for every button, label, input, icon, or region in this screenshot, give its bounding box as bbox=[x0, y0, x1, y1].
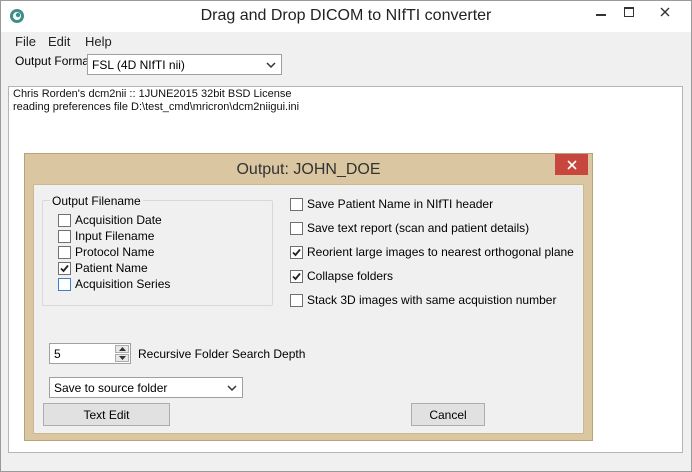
maximize-button[interactable] bbox=[616, 1, 642, 23]
checkbox[interactable] bbox=[290, 221, 303, 235]
checkmark-icon bbox=[292, 272, 301, 280]
close-icon bbox=[566, 159, 577, 170]
checkbox-checked[interactable] bbox=[290, 269, 303, 283]
option-reorient[interactable]: Reorient large images to nearest orthogo… bbox=[290, 245, 574, 259]
output-format-label: Output Format: bbox=[15, 54, 96, 68]
option-label: Patient Name bbox=[75, 261, 148, 275]
option-patient-name[interactable]: Patient Name bbox=[58, 261, 148, 275]
spin-buttons bbox=[115, 345, 129, 362]
output-format-select[interactable]: FSL (4D NIfTI nii) bbox=[87, 54, 282, 75]
option-label: Save Patient Name in NIfTI header bbox=[307, 197, 494, 211]
status-strip bbox=[8, 453, 683, 471]
output-format-value: FSL (4D NIfTI nii) bbox=[92, 58, 185, 72]
output-filename-group: Output Filename Acquisition Date Input F… bbox=[42, 194, 273, 306]
spin-up-button[interactable] bbox=[115, 345, 129, 353]
log-line: Chris Rorden's dcm2nii :: 1JUNE2015 32bi… bbox=[13, 88, 292, 100]
title-bar[interactable]: Drag and Drop DICOM to NIfTI converter bbox=[1, 1, 691, 32]
option-label: Protocol Name bbox=[75, 245, 155, 259]
window-close-button[interactable] bbox=[642, 1, 688, 23]
output-dialog: Output: JOHN_DOE Output Filename Acquisi… bbox=[24, 153, 593, 441]
chevron-up-icon bbox=[118, 347, 126, 351]
checkbox[interactable] bbox=[58, 229, 71, 243]
option-protocol-name[interactable]: Protocol Name bbox=[58, 245, 154, 259]
search-depth-label: Recursive Folder Search Depth bbox=[138, 347, 306, 361]
chevron-down-icon bbox=[266, 62, 276, 69]
checkmark-icon bbox=[292, 248, 301, 256]
checkbox-checked[interactable] bbox=[290, 245, 303, 259]
dialog-title: Output: JOHN_DOE bbox=[236, 161, 381, 178]
search-depth-stepper[interactable]: 5 bbox=[49, 343, 131, 364]
chevron-down-icon bbox=[118, 356, 126, 360]
option-label: Collapse folders bbox=[307, 269, 394, 283]
maximize-icon bbox=[624, 7, 634, 17]
checkbox[interactable] bbox=[58, 245, 71, 259]
checkbox-checked[interactable] bbox=[58, 261, 71, 275]
save-location-select[interactable]: Save to source folder bbox=[49, 377, 243, 398]
option-save-text-report[interactable]: Save text report (scan and patient detai… bbox=[290, 221, 529, 235]
menu-help[interactable]: Help bbox=[85, 34, 112, 49]
chevron-down-icon bbox=[227, 385, 237, 392]
option-label: Input Filename bbox=[75, 229, 155, 243]
checkbox[interactable] bbox=[290, 293, 303, 307]
option-label: Acquisition Series bbox=[75, 277, 171, 291]
menu-edit[interactable]: Edit bbox=[48, 34, 70, 49]
option-stack-3d[interactable]: Stack 3D images with same acquistion num… bbox=[290, 293, 556, 307]
minimize-icon bbox=[596, 14, 606, 16]
menu-file[interactable]: File bbox=[15, 34, 36, 49]
checkbox[interactable] bbox=[58, 277, 71, 291]
option-label: Reorient large images to nearest orthogo… bbox=[307, 245, 574, 259]
option-input-filename[interactable]: Input Filename bbox=[58, 229, 154, 243]
group-title: Output Filename bbox=[50, 194, 143, 208]
checkbox[interactable] bbox=[290, 197, 303, 211]
checkbox[interactable] bbox=[58, 213, 71, 227]
search-depth-value: 5 bbox=[54, 347, 61, 361]
save-location-value: Save to source folder bbox=[54, 381, 168, 395]
log-line: reading preferences file D:\test_cmd\mri… bbox=[13, 101, 300, 113]
close-icon bbox=[660, 7, 670, 17]
cancel-button[interactable]: Cancel bbox=[411, 403, 485, 426]
option-save-patient-name[interactable]: Save Patient Name in NIfTI header bbox=[290, 197, 493, 211]
text-edit-button[interactable]: Text Edit bbox=[43, 403, 170, 426]
dialog-close-button[interactable] bbox=[555, 154, 588, 175]
spin-down-button[interactable] bbox=[115, 354, 129, 362]
main-window: Drag and Drop DICOM to NIfTI converter F… bbox=[0, 0, 692, 472]
minimize-button[interactable] bbox=[586, 1, 616, 23]
option-acquisition-series[interactable]: Acquisition Series bbox=[58, 277, 170, 291]
option-label: Acquisition Date bbox=[75, 213, 162, 227]
menu-bar: File Edit Help bbox=[1, 32, 691, 52]
option-label: Save text report (scan and patient detai… bbox=[307, 221, 530, 235]
option-collapse-folders[interactable]: Collapse folders bbox=[290, 269, 393, 283]
dialog-body: Output Filename Acquisition Date Input F… bbox=[33, 184, 584, 434]
option-acquisition-date[interactable]: Acquisition Date bbox=[58, 213, 162, 227]
checkmark-icon bbox=[60, 264, 69, 272]
option-label: Stack 3D images with same acquistion num… bbox=[307, 293, 557, 307]
